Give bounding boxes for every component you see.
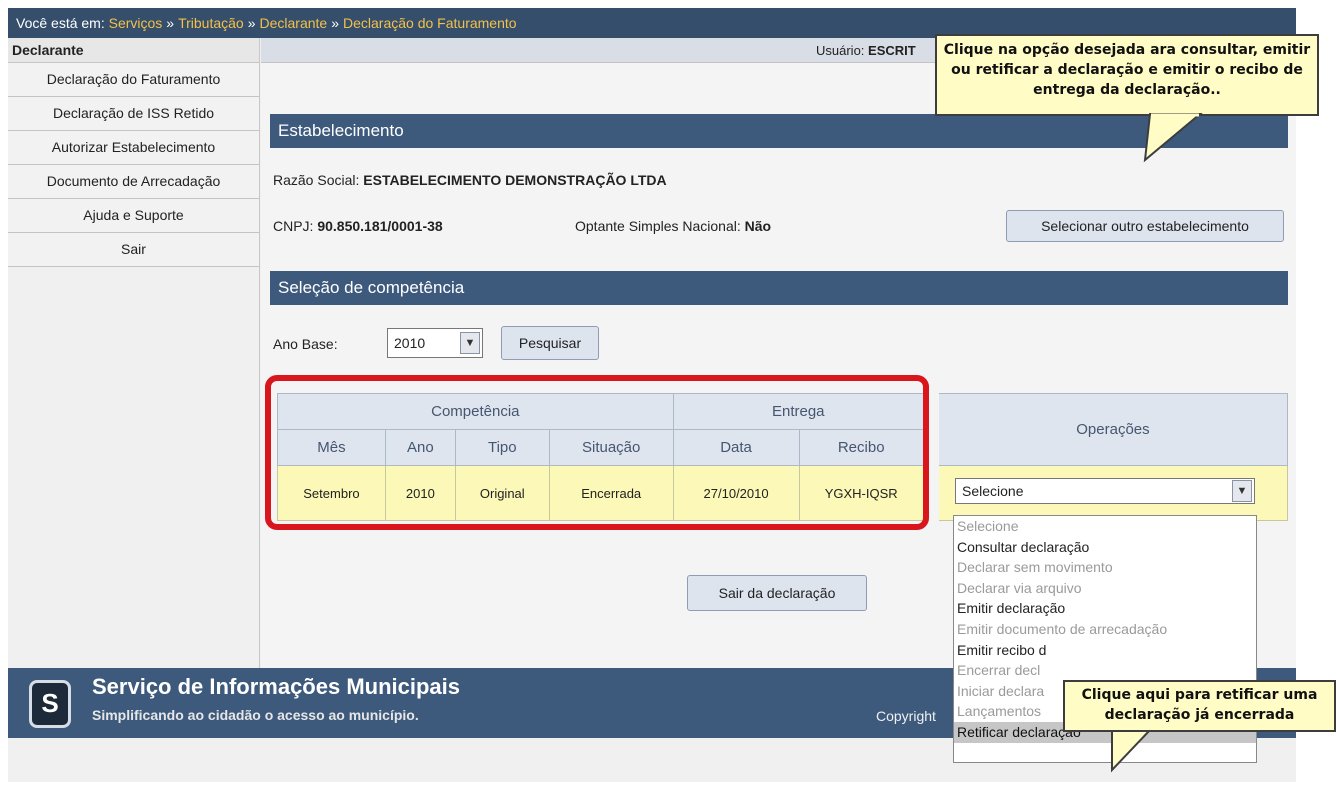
callout-tail-top: [1143, 113, 1203, 163]
callout-tails: [1111, 113, 1203, 773]
callout-tail-bottom: [1111, 729, 1153, 773]
help-callout-bottom: Clique aqui para retificar uma declaraçã…: [1063, 680, 1336, 732]
